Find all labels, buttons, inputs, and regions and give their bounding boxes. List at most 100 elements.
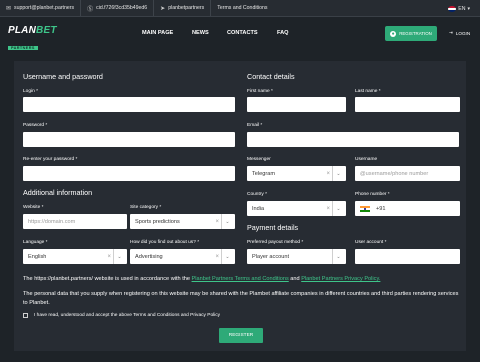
repassword-input[interactable] xyxy=(23,166,235,181)
site-header: PLANBET PARTNERS MAIN PAGE NEWS CONTACTS… xyxy=(0,17,480,52)
messenger-value: Telegram xyxy=(252,170,276,177)
india-flag-icon[interactable] xyxy=(360,205,370,212)
consent-checkbox[interactable] xyxy=(23,313,28,318)
username-placeholder: @username/phone number xyxy=(360,170,429,177)
language-label: Language * xyxy=(23,240,48,245)
telegram-icon: ➤ xyxy=(160,5,166,12)
consent-text: I have read, understood and accept the a… xyxy=(34,313,221,318)
language-switcher[interactable]: EN ▾ xyxy=(448,0,470,17)
usage-notice-and: and xyxy=(288,276,302,282)
nav-news[interactable]: NEWS xyxy=(192,30,209,36)
website-input[interactable]: https://domain.com xyxy=(23,214,127,229)
consent-row: I have read, understood and accept the a… xyxy=(23,313,220,318)
chevron-down-icon[interactable]: ⌄ xyxy=(113,249,125,264)
user-icon: ● xyxy=(390,30,397,37)
data-sharing-notice: The personal data that you supply when r… xyxy=(23,291,459,306)
repassword-label: Re-enter your password * xyxy=(23,157,78,162)
language-value: English xyxy=(28,253,47,260)
website-placeholder: https://domain.com xyxy=(28,218,76,225)
country-label: Country * xyxy=(247,192,267,197)
registration-form: Username and password Login * Password *… xyxy=(14,61,466,351)
clear-icon[interactable]: × xyxy=(107,249,111,264)
top-info-bar: ✉ support@planbet.partners Ⓢ cid.f726f3c… xyxy=(0,0,480,17)
chevron-down-icon[interactable]: ⌄ xyxy=(332,249,344,264)
how-found-value: Advertising xyxy=(135,253,163,260)
phone-label: Phone number * xyxy=(355,192,390,197)
section-additional-title: Additional information xyxy=(23,188,93,197)
skype-id-text: cid.f726f3cd35b49ed6 xyxy=(96,5,148,11)
language-select[interactable]: English × ⌄ xyxy=(23,249,127,264)
registration-button-label: REGISTRATION xyxy=(399,31,432,36)
nav-main-page[interactable]: MAIN PAGE xyxy=(142,30,173,36)
user-account-input[interactable] xyxy=(355,249,460,264)
login-icon: ⇥ xyxy=(449,30,453,35)
password-label: Password * xyxy=(23,123,48,128)
last-name-label: Last name * xyxy=(355,89,381,94)
clear-icon[interactable]: × xyxy=(215,249,219,264)
how-found-select[interactable]: Advertising × ⌄ xyxy=(130,249,235,264)
section-contact-title: Contact details xyxy=(247,72,295,81)
chevron-down-icon: ▾ xyxy=(467,5,470,12)
chevron-down-icon[interactable]: ⌄ xyxy=(221,249,233,264)
password-input[interactable] xyxy=(23,132,235,147)
login-link[interactable]: ⇥ LOGIN xyxy=(449,30,470,36)
username-label: Username xyxy=(355,157,378,162)
register-button[interactable]: REGISTER xyxy=(219,328,263,343)
username-input[interactable]: @username/phone number xyxy=(355,166,460,181)
clear-icon[interactable]: × xyxy=(326,201,330,216)
user-account-label: User account * xyxy=(355,240,387,245)
email-label: Email * xyxy=(247,123,263,128)
terms-link[interactable]: Terms and Conditions xyxy=(211,0,273,16)
language-code: EN xyxy=(458,5,466,12)
skype-icon: Ⓢ xyxy=(87,6,94,13)
website-label: Website * xyxy=(23,205,44,210)
site-category-value: Sports predictions xyxy=(135,218,180,225)
section-payment-title: Payment details xyxy=(247,223,299,232)
email-input[interactable] xyxy=(247,132,459,147)
payout-value: Player account xyxy=(252,253,290,260)
skype-contact[interactable]: Ⓢ cid.f726f3cd35b49ed6 xyxy=(81,0,155,16)
chevron-down-icon[interactable]: ⌄ xyxy=(221,214,233,229)
section-credentials-title: Username and password xyxy=(23,72,103,81)
chevron-down-icon[interactable]: ⌄ xyxy=(332,201,344,216)
telegram-contact[interactable]: ➤ planbetpartners xyxy=(154,0,212,16)
login-label: LOGIN xyxy=(455,30,471,36)
login-label: Login * xyxy=(23,89,38,94)
usage-notice: The https://planbet.partners/ website is… xyxy=(23,275,463,284)
support-email-text: support@planbet.partners xyxy=(14,5,75,11)
site-category-label: Site category * xyxy=(130,205,162,210)
nav-faq[interactable]: FAQ xyxy=(277,30,289,36)
usage-notice-text: The https://planbet.partners/ website is… xyxy=(23,276,192,282)
logo-text-bet: BET xyxy=(36,25,57,36)
phone-value: +91 xyxy=(376,205,386,212)
uk-flag-icon xyxy=(448,5,457,12)
clear-icon[interactable]: × xyxy=(326,166,330,181)
terms-conditions-link[interactable]: Planbet Partners Terms and Conditions xyxy=(192,276,289,282)
planbet-logo[interactable]: PLANBET PARTNERS xyxy=(8,25,57,54)
messenger-label: Messenger xyxy=(247,157,271,162)
country-select[interactable]: India × ⌄ xyxy=(247,201,346,216)
nav-contacts[interactable]: CONTACTS xyxy=(227,30,258,36)
support-email[interactable]: ✉ support@planbet.partners xyxy=(0,0,82,16)
privacy-policy-link[interactable]: Planbet Partners Privacy Policy. xyxy=(301,276,380,282)
payout-label: Preferred payout method * xyxy=(247,240,304,245)
how-found-label: How did you find out about us? * xyxy=(130,240,200,245)
login-input[interactable] xyxy=(23,97,235,112)
country-value: India xyxy=(252,205,265,212)
messenger-select[interactable]: Telegram × ⌄ xyxy=(247,166,346,181)
chevron-down-icon[interactable]: ⌄ xyxy=(332,166,344,181)
logo-text-plan: PLAN xyxy=(8,25,37,36)
registration-button[interactable]: ● REGISTRATION xyxy=(385,26,437,41)
first-name-label: First name * xyxy=(247,89,273,94)
terms-link-text: Terms and Conditions xyxy=(217,5,268,11)
phone-input[interactable]: +91 xyxy=(355,201,460,216)
mail-icon: ✉ xyxy=(6,5,12,12)
clear-icon[interactable]: × xyxy=(215,214,219,229)
payout-select[interactable]: Player account ⌄ xyxy=(247,249,346,264)
site-category-select[interactable]: Sports predictions × ⌄ xyxy=(130,214,235,229)
register-button-label: REGISTER xyxy=(228,333,254,338)
first-name-input[interactable] xyxy=(247,97,346,112)
last-name-input[interactable] xyxy=(355,97,460,112)
logo-subtitle: PARTNERS xyxy=(8,46,38,50)
telegram-handle-text: planbetpartners xyxy=(168,5,205,11)
